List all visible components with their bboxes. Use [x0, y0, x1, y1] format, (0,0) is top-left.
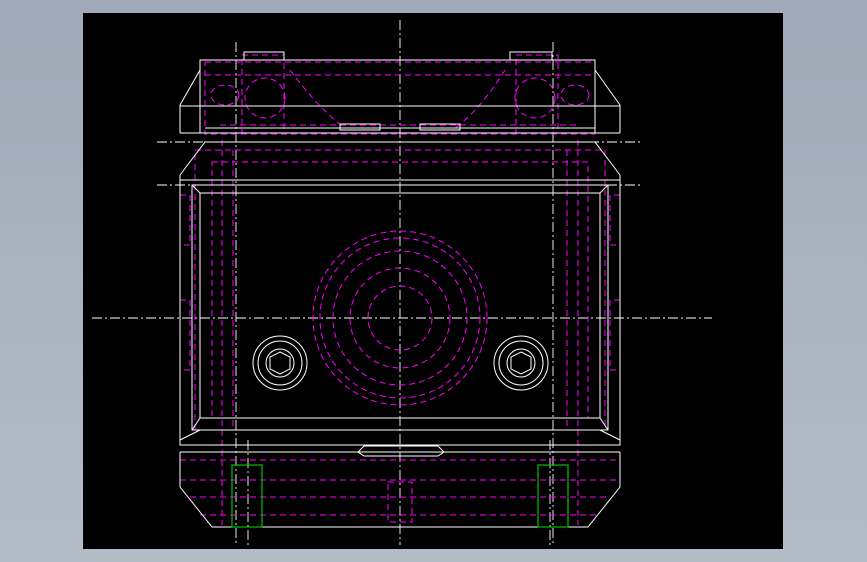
hex-socket-screw-left [252, 335, 308, 391]
insert-left [231, 464, 263, 528]
cad-viewport[interactable] [83, 13, 783, 549]
cad-drawing [92, 20, 712, 545]
centerlines [92, 20, 712, 545]
hex-socket-screw-right [493, 335, 549, 391]
